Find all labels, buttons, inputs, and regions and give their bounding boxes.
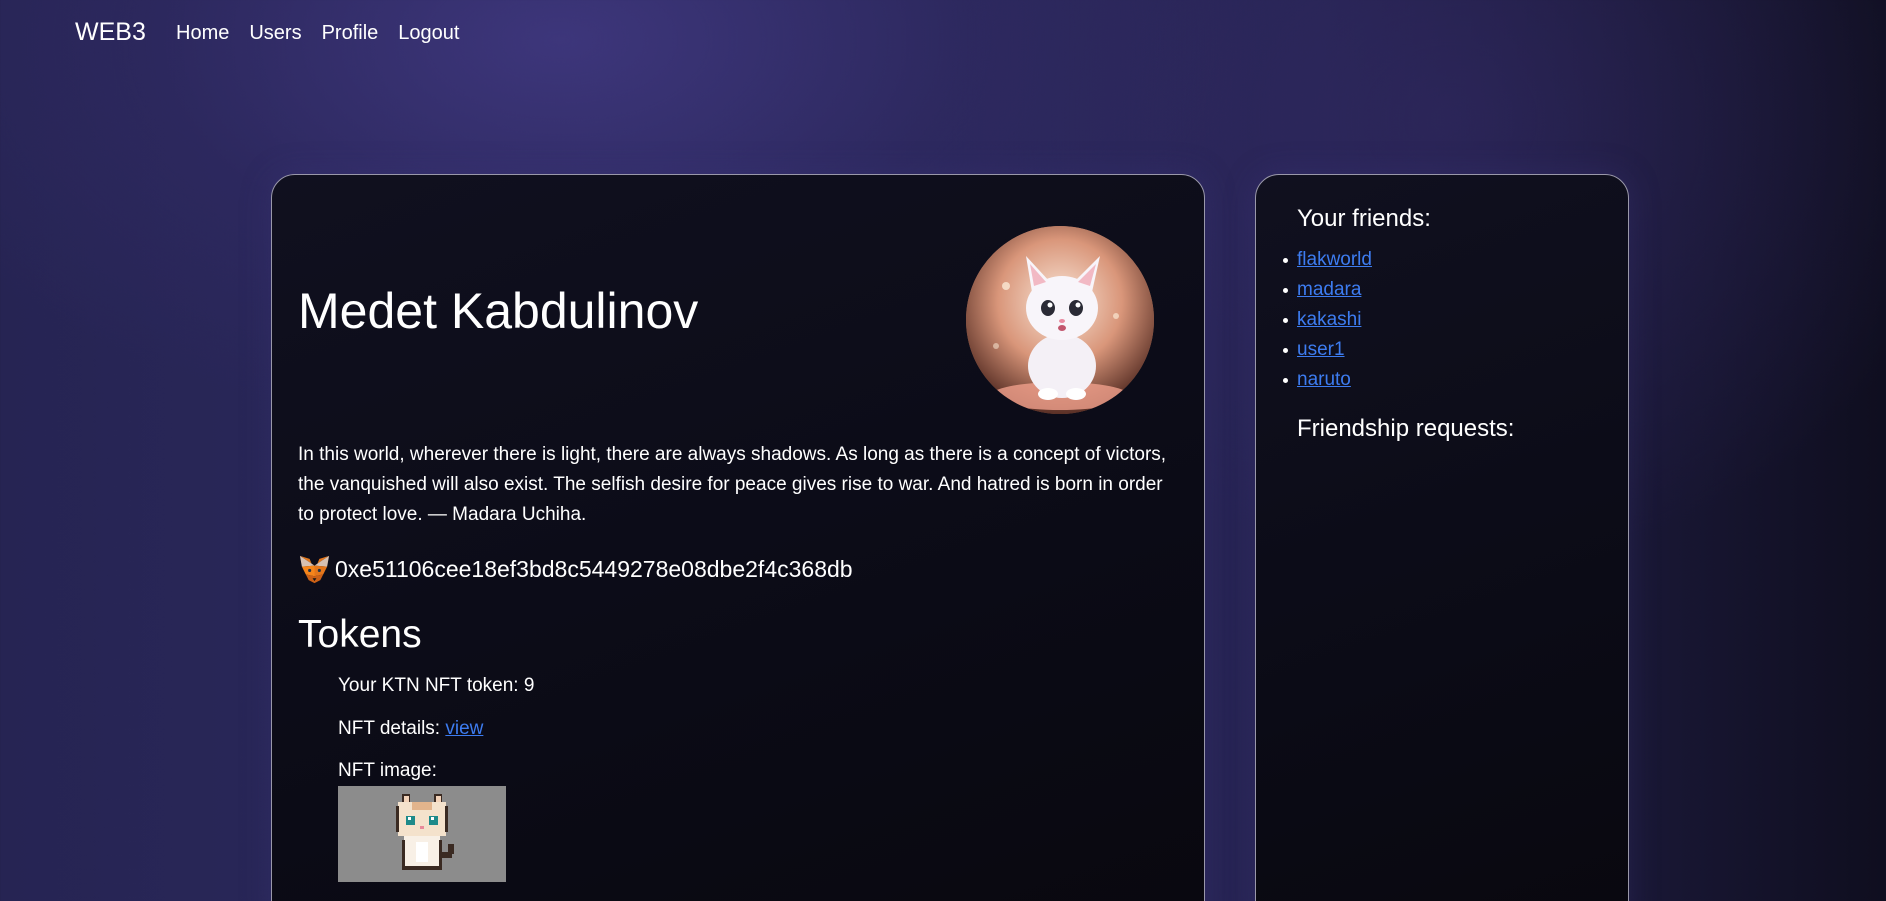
profile-card: Medet Kabdulinov In this world, wherever…: [271, 174, 1205, 901]
nft-token-line: Your KTN NFT token: 9: [338, 675, 535, 696]
list-item: madara: [1283, 275, 1372, 305]
nav-links: Home Users Profile Logout: [176, 22, 459, 45]
nav-users-link[interactable]: Users: [249, 22, 301, 45]
friends-card: Your friends: flakworld madara kakashi u…: [1255, 174, 1629, 901]
friend-link-user1[interactable]: user1: [1297, 339, 1345, 360]
friend-link-madara[interactable]: madara: [1297, 279, 1361, 300]
metamask-fox-icon: [299, 555, 330, 584]
nft-details-line: NFT details: view: [338, 718, 483, 740]
navbar: WEB3 Home Users Profile Logout: [0, 0, 1886, 68]
nft-details-view-link[interactable]: view: [445, 718, 483, 739]
avatar: [966, 226, 1154, 414]
list-item: user1: [1283, 335, 1372, 365]
nav-profile-link[interactable]: Profile: [322, 22, 379, 45]
kitten-avatar-image: [966, 226, 1154, 414]
list-item: kakashi: [1283, 305, 1372, 335]
friendship-requests-title: Friendship requests:: [1297, 415, 1515, 442]
wallet-address: 0xe51106cee18ef3bd8c5449278e08dbe2f4c368…: [335, 556, 853, 582]
nft-image-label: NFT image:: [338, 760, 437, 781]
brand-link[interactable]: WEB3: [75, 18, 146, 47]
friend-link-kakashi[interactable]: kakashi: [1297, 309, 1361, 330]
tokens-heading: Tokens: [298, 613, 422, 656]
friend-link-flakworld[interactable]: flakworld: [1297, 249, 1372, 270]
nft-image: [338, 786, 506, 882]
wallet-address-row: 0xe51106cee18ef3bd8c5449278e08dbe2f4c368…: [298, 553, 853, 586]
list-item: naruto: [1283, 365, 1372, 395]
friend-link-naruto[interactable]: naruto: [1297, 369, 1351, 390]
profile-bio: In this world, wherever there is light, …: [298, 444, 1167, 525]
friends-title: Your friends:: [1297, 205, 1431, 232]
pixel-cat-nft-image: [338, 786, 506, 882]
list-item: flakworld: [1283, 245, 1372, 275]
nav-logout-link[interactable]: Logout: [398, 22, 459, 45]
nav-home-link[interactable]: Home: [176, 22, 229, 45]
profile-name: Medet Kabdulinov: [298, 283, 699, 339]
nft-details-label: NFT details:: [338, 718, 446, 739]
friends-list: flakworld madara kakashi user1 naruto: [1283, 245, 1372, 395]
